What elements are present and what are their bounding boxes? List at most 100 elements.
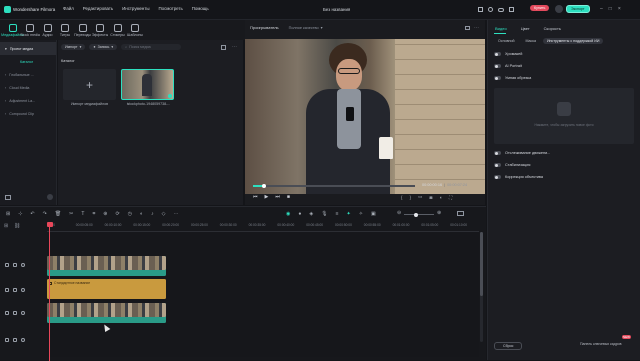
snapshot-icon[interactable] (465, 26, 470, 30)
sidebar-item-compound-clip[interactable]: › Compound Clip (0, 107, 56, 120)
sidebar-item-folder[interactable]: Каталог (0, 55, 56, 68)
keyframe-icon[interactable]: ◇ (162, 211, 166, 217)
grid-icon[interactable] (509, 7, 514, 12)
volume-icon[interactable]: ◖ (439, 195, 442, 200)
keyframe-panel-link[interactable]: Панель ключевых кадров (580, 342, 621, 346)
tool-audio[interactable]: Аудио (39, 24, 56, 37)
tool-media[interactable]: Медиафайлы (1, 24, 24, 37)
record-dropdown[interactable]: ● Запись ▾ (89, 44, 118, 50)
tool-stock-media[interactable]: Stock media (20, 24, 40, 37)
eye-icon[interactable] (21, 263, 25, 267)
playback-progress-track[interactable] (253, 183, 415, 188)
zoom-slider[interactable] (404, 212, 434, 217)
timeline-scrollbar[interactable] (480, 232, 483, 342)
menu-file[interactable]: Файл (63, 6, 74, 11)
notification-icon[interactable] (488, 7, 493, 12)
buy-button[interactable]: Купить (530, 5, 550, 11)
import-tile[interactable]: + (63, 69, 116, 100)
screen-icon[interactable]: ▭ (418, 194, 422, 200)
grid-icon[interactable]: ⊞ (6, 211, 10, 217)
previous-frame-icon[interactable]: ⏮ (253, 194, 258, 200)
delete-icon[interactable]: 🗑 (55, 211, 61, 217)
tool-transitions[interactable]: Переходы (74, 24, 91, 37)
ai-portrait-toggle[interactable] (494, 64, 501, 68)
mic-icon[interactable]: 🎙 (321, 211, 327, 217)
eye-icon[interactable] (21, 288, 25, 292)
avatar[interactable] (555, 5, 563, 13)
playhead-handle[interactable] (46, 222, 53, 227)
quality-dropdown[interactable]: Полное качество ▾ (289, 25, 323, 31)
fullscreen-icon[interactable]: ⛶ (449, 195, 452, 200)
tab-color[interactable]: Цвет (521, 26, 530, 31)
tab-speed[interactable]: Скорость (544, 26, 561, 31)
subtab-ai-tools[interactable]: Инструменты с поддержкой ИИ (542, 38, 604, 44)
timeline-ruler[interactable]: 00:0000:00:05:0000:00:10:0000:00:15:0000… (47, 221, 479, 232)
cloud-icon[interactable] (498, 7, 504, 12)
option-lens-correction[interactable]: Коррекция объектива (488, 171, 638, 183)
media-clip-thumbnail[interactable] (121, 69, 174, 100)
option-smart-cutout[interactable]: Умная обрезка (488, 72, 638, 84)
upload-icon[interactable] (478, 7, 483, 12)
more-icon[interactable]: ⋯ (474, 25, 479, 31)
text-icon[interactable]: T (81, 211, 84, 217)
effects-icon[interactable]: ✧ (359, 211, 363, 217)
layout-icon[interactable] (457, 211, 464, 216)
select-icon[interactable]: ⊹ (18, 211, 22, 217)
render-icon[interactable]: ◉ (286, 211, 290, 217)
next-frame-icon[interactable]: ⏭ (275, 194, 280, 200)
zoom-out-icon[interactable]: ⊖ (397, 210, 401, 216)
stop-icon[interactable]: ■ (287, 194, 290, 200)
zoom-in-icon[interactable]: ⊕ (437, 210, 441, 216)
camera-icon[interactable]: ◙ (429, 195, 432, 200)
import-dropdown[interactable]: Импорт ▾ (61, 44, 86, 50)
lock-icon[interactable] (13, 263, 17, 267)
sidebar-item-global[interactable]: › Глобальные ... (0, 68, 56, 81)
add-folder-icon[interactable] (47, 194, 53, 200)
ai-icon[interactable]: ✦ (347, 211, 351, 217)
tab-video[interactable]: Видео (495, 26, 507, 31)
lock-icon[interactable] (13, 288, 17, 292)
color-icon[interactable]: ◐ (140, 211, 143, 217)
sidebar-item-adjustment[interactable]: › Adjustment La... (0, 94, 56, 107)
tool-titles[interactable]: Титры (57, 24, 74, 37)
eye-icon[interactable] (21, 311, 25, 315)
record-icon[interactable]: ● (298, 211, 301, 217)
menu-view[interactable]: Посмотреть (159, 6, 183, 11)
minimize-icon[interactable]: – (600, 6, 603, 12)
link-icon[interactable]: ⛓ (14, 223, 20, 229)
option-ai-portrait[interactable]: AI Portrait (488, 60, 638, 72)
playhead[interactable] (46, 222, 53, 361)
shield-icon[interactable]: ◈ (309, 211, 313, 217)
mark-in-icon[interactable]: { (401, 195, 403, 200)
lens-correction-toggle[interactable] (494, 175, 501, 179)
video-clip-bottom[interactable] (47, 303, 166, 323)
tool-templates[interactable]: Шаблоны (127, 24, 144, 37)
subtab-mask[interactable]: Маска (521, 38, 539, 44)
playback-progress-knob[interactable] (262, 183, 267, 188)
play-icon[interactable]: ▶ (265, 194, 269, 200)
sidebar-item-cloud-media[interactable]: › Cloud Media (0, 81, 56, 94)
option-stabilization[interactable]: Стабилизация (488, 159, 638, 171)
sidebar-item-project-media[interactable]: ▾ Проект медиа (0, 42, 56, 55)
crop-icon[interactable]: ⌗ (92, 211, 95, 217)
speaker-icon[interactable] (21, 338, 25, 342)
option-chroma-key[interactable]: Хромакей (488, 48, 638, 60)
more-icon[interactable]: ⋯ (232, 44, 237, 50)
close-icon[interactable]: × (618, 6, 621, 12)
tool-stickers[interactable]: Стикеры (109, 24, 126, 37)
new-folder-icon[interactable] (5, 195, 11, 200)
zoom-icon[interactable]: ⊕ (103, 211, 107, 217)
undo-icon[interactable]: ↶ (30, 211, 34, 217)
speed-icon[interactable]: ◷ (128, 211, 132, 217)
menu-tools[interactable]: Инструменты (122, 6, 149, 11)
chroma-key-toggle[interactable] (494, 52, 501, 56)
scrollbar-thumb[interactable] (480, 232, 483, 296)
add-track-icon[interactable]: ⊞ (4, 223, 8, 229)
stabilization-toggle[interactable] (494, 163, 501, 167)
filter-icon[interactable] (221, 45, 226, 50)
text-to-speech-icon[interactable]: ≡ (336, 211, 339, 217)
smart-cutout-toggle[interactable] (494, 76, 501, 80)
sticker-icon[interactable]: ▣ (371, 211, 376, 217)
audio-icon[interactable]: ♪ (151, 211, 154, 217)
tool-effects[interactable]: Эффекты (92, 24, 109, 37)
